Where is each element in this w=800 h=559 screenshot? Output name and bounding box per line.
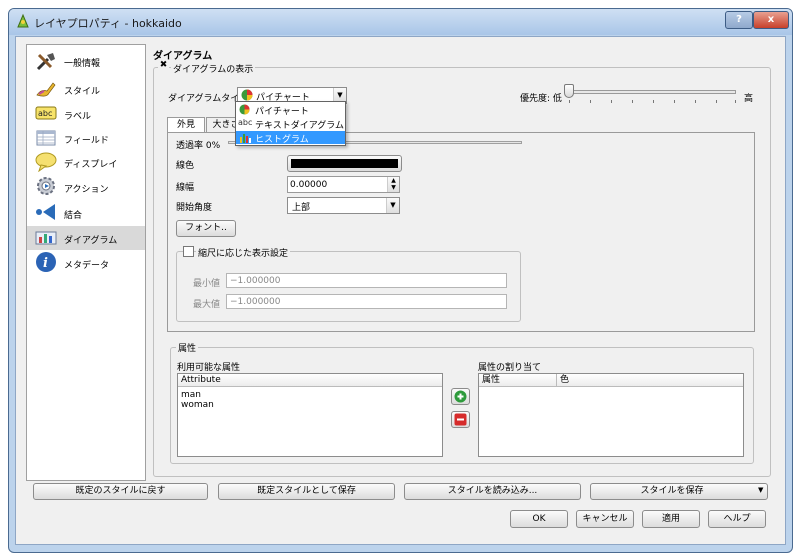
scale-dependent-label: 縮尺に応じた表示設定: [196, 246, 291, 259]
font-button[interactable]: フォント..: [176, 220, 236, 237]
show-diagram-checkbox[interactable]: ✖: [158, 61, 169, 72]
abc-icon: abc: [238, 118, 253, 127]
minus-icon: [454, 413, 467, 426]
slider-tick: [590, 100, 591, 103]
sidebar-item-label: 結合: [64, 211, 83, 221]
assigned-color-column-header[interactable]: 色: [557, 374, 743, 387]
sidebar-item-label: ダイアグラム: [64, 236, 118, 246]
slider-tick: [735, 100, 736, 103]
plus-icon: [454, 390, 467, 403]
apply-button[interactable]: 適用: [642, 510, 700, 528]
sidebar-item-label: フィールド: [64, 136, 109, 146]
list-item[interactable]: woman: [181, 400, 214, 410]
chevron-down-icon[interactable]: ▼: [386, 198, 399, 213]
assigned-attributes-label: 属性の割り当て: [478, 363, 542, 373]
sidebar-item-label: メタデータ: [64, 261, 110, 271]
line-width-label: 線幅: [176, 183, 195, 193]
min-scale-value: 1.000000: [237, 276, 281, 286]
line-color-label: 線色: [176, 161, 195, 171]
line-color-swatch: [291, 159, 398, 168]
table-fields-icon: [35, 128, 57, 148]
join-arrow-icon: [35, 202, 57, 222]
dropdown-option-label: パイチャート: [255, 107, 309, 117]
start-angle-value: 上部: [292, 203, 311, 213]
priority-slider-track[interactable]: [568, 90, 736, 94]
available-attributes-label: 利用可能な属性: [177, 363, 241, 373]
max-scale-value: 1.000000: [237, 297, 281, 307]
assigned-attribute-column-header[interactable]: 属性: [479, 374, 557, 387]
sidebar-item-label: アクション: [64, 185, 109, 195]
info-icon: i: [35, 251, 57, 272]
priority-label: 優先度: 低: [520, 94, 562, 104]
list-item[interactable]: man: [181, 390, 201, 400]
pie-icon: [239, 104, 250, 115]
gear-action-icon: [35, 176, 57, 196]
pie-chart-icon: [241, 89, 253, 101]
max-scale-input[interactable]: −1.000000: [226, 294, 507, 309]
start-angle-label: 開始角度: [176, 203, 213, 213]
priority-high-label: 高: [744, 94, 754, 104]
transparency-label: 透過率 0%: [176, 141, 221, 151]
slider-tick: [674, 100, 675, 103]
speech-bubble-icon: [35, 152, 57, 173]
abc-label-icon: abc: [35, 105, 57, 125]
load-style-button[interactable]: スタイルを読み込み...: [404, 483, 581, 500]
help-titlebar-button[interactable]: ?: [725, 11, 753, 29]
svg-text:i: i: [43, 256, 48, 271]
dropdown-option-label: ヒストグラム: [255, 135, 309, 145]
line-width-spinbox[interactable]: 0.00000: [287, 176, 400, 193]
diagram-icon: [35, 228, 57, 248]
spinbox-arrows-icon[interactable]: ▲ ▼: [387, 177, 399, 192]
save-as-default-button[interactable]: 既定スタイルとして保存: [218, 483, 395, 500]
tools-icon: [35, 51, 57, 71]
dropdown-arrow-icon[interactable]: ▼: [758, 486, 763, 494]
qgis-app-icon: [16, 13, 30, 29]
sidebar-item-label: スタイル: [64, 87, 101, 97]
close-button[interactable]: x: [753, 11, 789, 29]
ok-button[interactable]: OK: [510, 510, 568, 528]
slider-tick: [611, 100, 612, 103]
cancel-button[interactable]: キャンセル: [576, 510, 634, 528]
slider-tick: [653, 100, 654, 103]
window-title: レイヤプロパティ - hokkaido: [34, 17, 182, 30]
help-button[interactable]: ヘルプ: [708, 510, 766, 528]
slider-tick: [569, 100, 570, 103]
slider-tick: [695, 100, 696, 103]
min-scale-label: 最小値: [193, 279, 221, 289]
restore-default-style-button[interactable]: 既定のスタイルに戻す: [33, 483, 208, 500]
sidebar-item-label: 一般情報: [64, 59, 101, 69]
style-brush-icon: [35, 79, 57, 99]
attribute-column-header[interactable]: Attribute: [178, 374, 442, 387]
save-style-button[interactable]: スタイルを保存: [590, 483, 768, 500]
sidebar-item-label: ディスプレイ: [64, 160, 118, 170]
attributes-group-label: 属性: [176, 341, 199, 354]
priority-slider-handle[interactable]: [564, 84, 574, 98]
slider-tick: [632, 100, 633, 103]
max-scale-label: 最大値: [193, 300, 221, 310]
svg-text:abc: abc: [38, 109, 52, 118]
sidebar-item-label: ラベル: [64, 112, 92, 122]
dropdown-option-label: テキストダイアグラム: [255, 121, 345, 131]
show-diagram-label: ダイアグラムの表示: [171, 62, 256, 75]
tab-appearance[interactable]: 外見: [167, 117, 205, 133]
histogram-icon: [239, 132, 251, 143]
slider-tick: [716, 100, 717, 103]
min-scale-input[interactable]: −1.000000: [226, 273, 507, 288]
scale-dependent-checkbox[interactable]: [183, 246, 194, 257]
